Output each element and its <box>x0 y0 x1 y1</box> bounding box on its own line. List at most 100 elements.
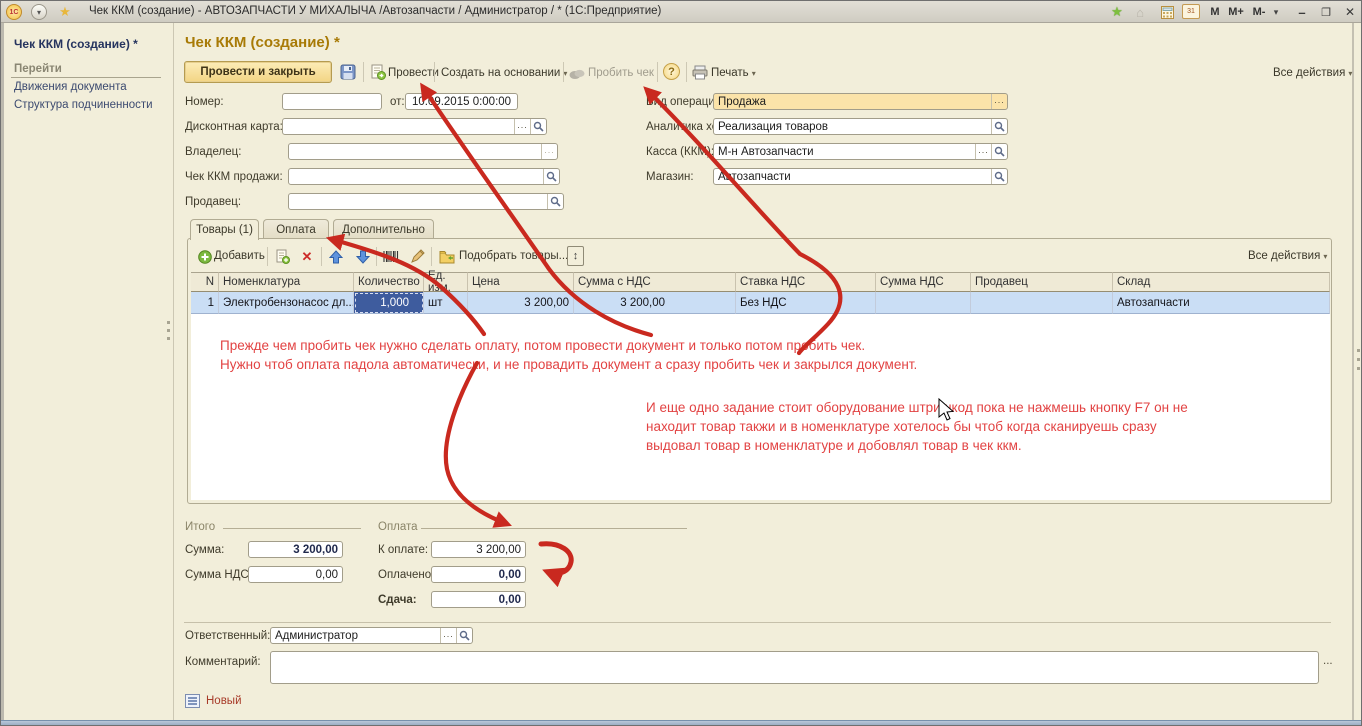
search-icon[interactable] <box>547 194 563 209</box>
due-field[interactable]: 3 200,00 <box>431 541 526 558</box>
discount-card-field[interactable] <box>282 118 547 135</box>
ellipsis-button[interactable] <box>514 119 530 134</box>
home-icon <box>1131 3 1149 21</box>
toolbar-separator <box>434 62 435 82</box>
tab-extra[interactable]: Дополнительно <box>333 219 434 239</box>
cash-register-value: М-н Автозапчасти <box>718 146 975 158</box>
sum-vat-field[interactable]: 0,00 <box>248 566 343 583</box>
paid-field[interactable]: 0,00 <box>431 566 526 583</box>
analytics-field[interactable]: Реализация товаров <box>713 118 1008 135</box>
store-label: Магазин: <box>646 171 694 183</box>
status-icon <box>185 694 200 711</box>
window-left-border <box>1 23 4 720</box>
sum-vat-label: Сумма НДС: <box>185 569 252 581</box>
sum-value: 3 200,00 <box>293 544 338 556</box>
seller-field[interactable] <box>288 193 564 210</box>
search-icon[interactable] <box>530 119 546 134</box>
window-right-border <box>1352 23 1354 720</box>
cash-register-field[interactable]: М-н Автозапчасти <box>713 143 1008 160</box>
memory-m-minus-button[interactable]: M- <box>1249 3 1269 21</box>
right-splitter-grip[interactable] <box>1357 349 1360 375</box>
create-based-on-label: Создать на основании <box>441 67 560 79</box>
sidebar-section-divider <box>11 77 161 78</box>
sidebar-link-document-movements[interactable]: Движения документа <box>14 81 127 93</box>
change-value: 0,00 <box>499 594 521 606</box>
memory-m-plus-button[interactable]: M+ <box>1225 3 1247 21</box>
operation-value: Продажа <box>718 96 991 108</box>
save-icon[interactable] <box>339 63 357 81</box>
tab-payment[interactable]: Оплата <box>263 219 329 239</box>
responsible-label: Ответственный: <box>185 630 270 642</box>
seller-label: Продавец: <box>185 196 241 208</box>
tab-goods[interactable]: Товары (1) <box>190 219 259 240</box>
comment-label: Комментарий: <box>185 656 261 668</box>
sum-field[interactable]: 3 200,00 <box>248 541 343 558</box>
status-text: Новый <box>206 695 242 707</box>
totals-group-line <box>223 528 361 529</box>
date-field[interactable]: 10.09.2015 0:00:00 <box>405 93 518 110</box>
search-icon[interactable] <box>543 169 559 184</box>
post-icon[interactable] <box>369 63 387 81</box>
window-titlebar: 1С Чек ККМ (создание) - АВТОЗАПЧАСТИ У М… <box>1 1 1362 23</box>
operation-field[interactable]: Продажа <box>713 93 1008 110</box>
post-and-close-label: Провести и закрыть <box>200 66 315 78</box>
payment-group-label: Оплата <box>378 521 418 533</box>
post-button[interactable]: Провести <box>388 67 439 79</box>
comment-field[interactable] <box>270 651 1319 684</box>
paid-value: 0,00 <box>499 569 521 581</box>
tab-extra-label: Дополнительно <box>342 224 425 236</box>
ellipsis-button[interactable] <box>440 628 456 643</box>
titlebar-menu-icon[interactable] <box>31 4 47 20</box>
change-field[interactable]: 0,00 <box>431 591 526 608</box>
favorites-star-icon[interactable] <box>57 4 73 20</box>
store-field[interactable]: Автозапчасти <box>713 168 1008 185</box>
search-icon[interactable] <box>991 119 1007 134</box>
post-and-close-button[interactable]: Провести и закрыть <box>184 61 332 83</box>
search-icon[interactable] <box>456 628 472 643</box>
annotation-note-3-line-1: И еще одно задание стоит оборудование шт… <box>646 400 1188 415</box>
print-label: Печать <box>711 67 749 79</box>
owner-field[interactable] <box>288 143 558 160</box>
paid-label: Оплачено: <box>378 569 434 581</box>
calendar-icon[interactable]: 31 <box>1182 4 1200 19</box>
window-title: Чек ККМ (создание) - АВТОЗАПЧАСТИ У МИХА… <box>89 5 661 17</box>
help-icon[interactable] <box>663 63 680 80</box>
titlebar-chevron-down-icon[interactable] <box>1269 3 1283 21</box>
search-icon[interactable] <box>991 169 1007 184</box>
store-value: Автозапчасти <box>718 171 991 183</box>
calculator-glyph <box>1161 6 1174 19</box>
minimize-button[interactable] <box>1291 3 1313 21</box>
window-bottom-border <box>1 720 1362 726</box>
add-favorite-icon[interactable] <box>1107 3 1127 21</box>
sale-receipt-label: Чек ККМ продажи: <box>185 171 283 183</box>
sidebar-link-subordination-structure[interactable]: Структура подчиненности <box>14 99 153 111</box>
sum-label: Сумма: <box>185 544 224 556</box>
close-button[interactable] <box>1339 3 1361 21</box>
page-title: Чек ККМ (создание) * <box>185 34 340 51</box>
date-label: от: <box>390 96 405 108</box>
print-button[interactable]: Печать <box>711 67 756 79</box>
all-actions-button[interactable]: Все действия <box>1273 67 1352 79</box>
print-icon[interactable] <box>691 63 709 81</box>
all-actions-label: Все действия <box>1273 67 1345 79</box>
number-field[interactable] <box>282 93 382 110</box>
footer-divider <box>184 622 1331 623</box>
comment-ellipsis-button[interactable]: ... <box>1323 655 1333 667</box>
create-based-on-button[interactable]: Создать на основании <box>441 67 567 79</box>
annotation-note-3-line-2: находит товар такжи и в номенклатуре хот… <box>646 419 1157 434</box>
restore-button[interactable] <box>1315 3 1337 21</box>
responsible-field[interactable]: Администратор <box>270 627 473 644</box>
memory-m-button[interactable]: M <box>1207 3 1223 21</box>
chevron-down-icon <box>1345 67 1352 79</box>
totals-group-label: Итого <box>185 521 215 533</box>
search-icon[interactable] <box>991 144 1007 159</box>
sum-vat-value: 0,00 <box>316 569 338 581</box>
ellipsis-button[interactable] <box>975 144 991 159</box>
calculator-icon[interactable] <box>1158 3 1176 21</box>
tab-goods-label: Товары (1) <box>196 224 253 236</box>
sale-receipt-field[interactable] <box>288 168 560 185</box>
splitter-grip[interactable] <box>167 321 170 343</box>
ellipsis-button[interactable] <box>991 94 1007 109</box>
cash-register-label: Касса (ККМ): <box>646 146 714 158</box>
sidebar-splitter[interactable] <box>173 23 174 720</box>
